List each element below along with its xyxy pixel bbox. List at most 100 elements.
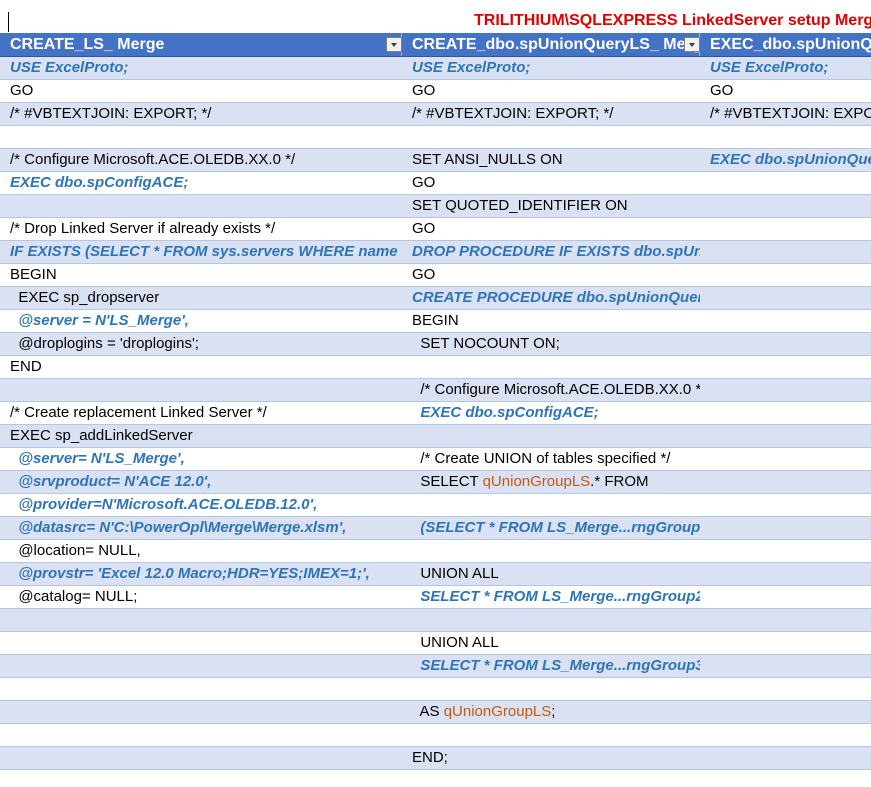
table-cell[interactable]: SET ANSI_NULLS ON — [402, 149, 700, 171]
table-cell[interactable]: GO — [0, 80, 402, 102]
table-cell[interactable]: /* Create replacement Linked Server */ — [0, 402, 402, 424]
table-cell[interactable]: CREATE PROCEDURE dbo.spUnionQueryLS_Merg… — [402, 287, 700, 309]
table-cell[interactable]: GO — [402, 218, 700, 240]
table-cell[interactable]: /* Configure Microsoft.ACE.OLEDB.XX.0 */ — [0, 149, 402, 171]
table-cell[interactable]: @provstr= 'Excel 12.0 Macro;HDR=YES;IMEX… — [0, 563, 402, 585]
table-cell[interactable]: END; — [402, 747, 700, 769]
table-cell[interactable]: EXEC dbo.spUnionQueryLS_Merge; — [700, 149, 871, 171]
table-cell[interactable] — [402, 425, 700, 447]
table-cell[interactable] — [0, 747, 402, 769]
table-cell[interactable]: GO — [700, 80, 871, 102]
table-cell[interactable] — [0, 678, 402, 700]
table-cell[interactable] — [0, 379, 402, 401]
table-cell[interactable] — [700, 195, 871, 217]
table-cell[interactable] — [402, 724, 700, 746]
table-cell[interactable]: SET NOCOUNT ON; — [402, 333, 700, 355]
table-cell[interactable] — [0, 701, 402, 723]
column-header-exec-proc[interactable]: EXEC_dbo.spUnionQueryLS_Merge — [700, 33, 871, 56]
table-cell[interactable] — [700, 540, 871, 562]
table-cell[interactable] — [402, 609, 700, 631]
table-cell[interactable] — [700, 678, 871, 700]
table-cell[interactable] — [700, 655, 871, 677]
table-cell[interactable] — [700, 701, 871, 723]
table-cell[interactable]: @provider=N'Microsoft.ACE.OLEDB.12.0', — [0, 494, 402, 516]
table-cell[interactable] — [402, 126, 700, 148]
table-cell[interactable]: BEGIN — [402, 310, 700, 332]
table-cell[interactable]: DROP PROCEDURE IF EXISTS dbo.spUnionQuer… — [402, 241, 700, 263]
table-cell[interactable]: SELECT * FROM LS_Merge...rngGroup2 — [402, 586, 700, 608]
table-cell[interactable]: USE ExcelProto; — [402, 57, 700, 79]
table-cell[interactable] — [0, 195, 402, 217]
table-cell[interactable] — [700, 310, 871, 332]
table-cell[interactable] — [700, 471, 871, 493]
table-cell[interactable]: /* #VBTEXTJOIN: EXPORT; */ — [402, 103, 700, 125]
table-cell[interactable]: /* Configure Microsoft.ACE.OLEDB.XX.0 */ — [402, 379, 700, 401]
table-cell[interactable] — [700, 356, 871, 378]
table-cell[interactable] — [700, 448, 871, 470]
table-cell[interactable] — [700, 747, 871, 769]
table-cell[interactable]: /* Create UNION of tables specified */ — [402, 448, 700, 470]
table-cell[interactable] — [700, 425, 871, 447]
table-cell[interactable]: EXEC dbo.spConfigACE; — [402, 402, 700, 424]
table-cell[interactable]: @srvproduct= N'ACE 12.0', — [0, 471, 402, 493]
table-cell[interactable]: END — [0, 356, 402, 378]
table-cell[interactable] — [700, 724, 871, 746]
table-cell[interactable] — [700, 586, 871, 608]
table-cell[interactable] — [700, 379, 871, 401]
table-cell[interactable] — [402, 356, 700, 378]
table-cell[interactable] — [0, 609, 402, 631]
table-cell[interactable]: @catalog= NULL; — [0, 586, 402, 608]
table-cell[interactable] — [700, 609, 871, 631]
table-cell[interactable] — [700, 632, 871, 654]
table-cell[interactable] — [0, 724, 402, 746]
table-cell[interactable]: IF EXISTS (SELECT * FROM sys.servers WHE… — [0, 241, 402, 263]
table-cell[interactable]: SELECT * FROM LS_Merge...rngGroup3) — [402, 655, 700, 677]
table-cell[interactable]: USE ExcelProto; — [700, 57, 871, 79]
table-cell[interactable]: EXEC sp_addLinkedServer — [0, 425, 402, 447]
table-cell[interactable]: /* #VBTEXTJOIN: EXPORT; */ — [0, 103, 402, 125]
table-cell[interactable] — [0, 126, 402, 148]
table-cell[interactable] — [0, 632, 402, 654]
table-row: /* Create replacement Linked Server */ E… — [0, 402, 871, 425]
table-cell[interactable] — [700, 494, 871, 516]
table-cell[interactable]: AS qUnionGroupLS; — [402, 701, 700, 723]
table-cell[interactable]: GO — [402, 264, 700, 286]
table-cell[interactable] — [700, 126, 871, 148]
table-cell[interactable]: @datasrc= N'C:\PowerOpl\Merge\Merge.xlsm… — [0, 517, 402, 539]
table-cell[interactable]: @location= NULL, — [0, 540, 402, 562]
table-cell[interactable] — [700, 218, 871, 240]
table-cell[interactable] — [700, 402, 871, 424]
table-cell[interactable]: EXEC sp_dropserver — [0, 287, 402, 309]
table-row: @droplogins = 'droplogins'; SET NOCOUNT … — [0, 333, 871, 356]
table-cell[interactable]: USE ExcelProto; — [0, 57, 402, 79]
table-cell[interactable]: (SELECT * FROM LS_Merge...rngGroup1 — [402, 517, 700, 539]
table-cell[interactable] — [700, 241, 871, 263]
table-cell[interactable] — [402, 540, 700, 562]
table-cell[interactable] — [700, 264, 871, 286]
table-cell[interactable]: /* Drop Linked Server if already exists … — [0, 218, 402, 240]
column-header-create-proc[interactable]: CREATE_dbo.spUnionQueryLS_ Merge — [402, 33, 700, 56]
table-cell[interactable]: EXEC dbo.spConfigACE; — [0, 172, 402, 194]
table-cell[interactable] — [700, 333, 871, 355]
table-cell[interactable]: SELECT qUnionGroupLS.* FROM — [402, 471, 700, 493]
column-header-create-ls[interactable]: CREATE_LS_ Merge — [0, 33, 402, 56]
filter-dropdown-icon[interactable] — [684, 37, 700, 52]
table-cell[interactable]: UNION ALL — [402, 632, 700, 654]
table-cell[interactable] — [700, 172, 871, 194]
table-cell[interactable]: @server= N'LS_Merge', — [0, 448, 402, 470]
table-cell[interactable] — [700, 517, 871, 539]
table-cell[interactable] — [700, 287, 871, 309]
table-cell[interactable]: GO — [402, 172, 700, 194]
table-cell[interactable]: BEGIN — [0, 264, 402, 286]
table-cell[interactable] — [402, 494, 700, 516]
table-cell[interactable]: @server = N'LS_Merge', — [0, 310, 402, 332]
table-cell[interactable]: UNION ALL — [402, 563, 700, 585]
table-cell[interactable]: @droplogins = 'droplogins'; — [0, 333, 402, 355]
table-cell[interactable]: GO — [402, 80, 700, 102]
table-cell[interactable]: SET QUOTED_IDENTIFIER ON — [402, 195, 700, 217]
table-cell[interactable]: /* #VBTEXTJOIN: EXPORT; */ — [700, 103, 871, 125]
table-cell[interactable] — [402, 678, 700, 700]
filter-dropdown-icon[interactable] — [386, 37, 402, 52]
table-cell[interactable] — [0, 655, 402, 677]
table-cell[interactable] — [700, 563, 871, 585]
